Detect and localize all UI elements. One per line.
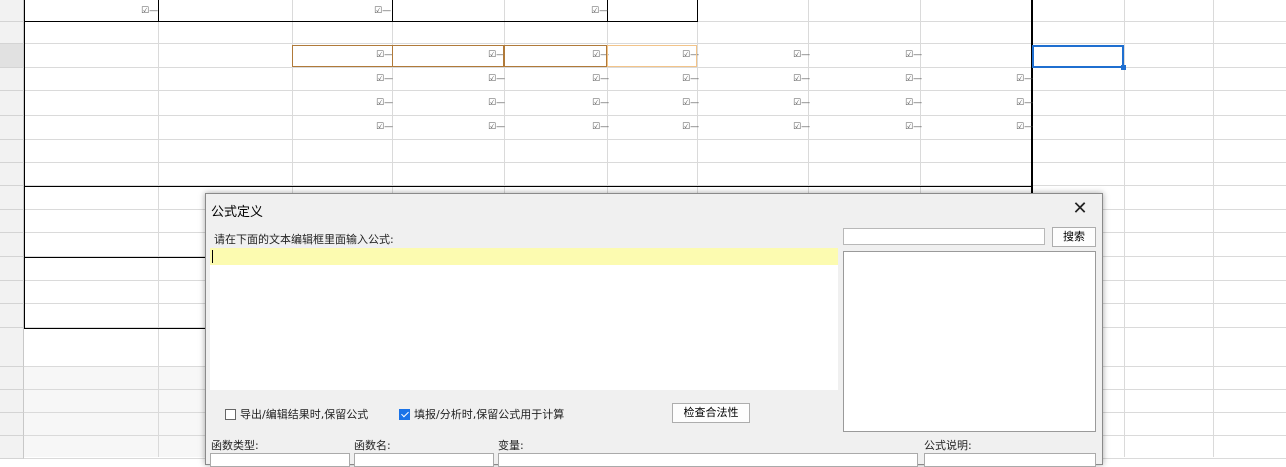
highlighted-cell[interactable] (504, 45, 607, 67)
row-header[interactable] (0, 257, 24, 281)
cell-checkbox-icon[interactable]: ☑— (592, 98, 609, 108)
row-header[interactable] (0, 91, 24, 116)
formula-description-box[interactable] (924, 453, 1096, 467)
row-gridline (24, 139, 1286, 140)
cell-checkbox-icon[interactable]: ☑— (488, 74, 505, 84)
cell-checkbox-icon[interactable]: ☑— (374, 6, 391, 16)
formula-editor[interactable] (210, 248, 838, 390)
cell-checkbox-icon[interactable]: ☑— (488, 122, 505, 132)
highlighted-cell[interactable] (392, 45, 504, 67)
cell-checkbox-icon[interactable]: ☑— (1016, 98, 1033, 108)
cell-checkbox-icon[interactable]: ☑— (141, 6, 158, 16)
check-validity-button[interactable]: 检查合法性 (672, 403, 750, 423)
table-border (697, 0, 698, 22)
variable-list[interactable] (498, 453, 918, 467)
table-border (392, 0, 393, 22)
row-header[interactable] (0, 281, 24, 304)
row-header[interactable] (0, 436, 24, 459)
row-header[interactable] (0, 163, 24, 186)
formula-current-line (210, 248, 838, 265)
cell-checkbox-icon[interactable]: ☑— (905, 50, 922, 60)
formula-description-label: 公式说明: (924, 439, 972, 452)
cell-checkbox-icon[interactable]: ☑— (905, 98, 922, 108)
row-header[interactable] (0, 390, 24, 413)
function-type-label: 函数类型: (211, 439, 259, 452)
row-header[interactable] (0, 116, 24, 140)
formula-definition-dialog: 公式定义 ✕ 请在下面的文本编辑框里面输入公式: 搜索 导出/编辑结果时,保留公… (205, 193, 1103, 467)
keep-formula-export-label: 导出/编辑结果时,保留公式 (240, 408, 369, 421)
cell-checkbox-icon[interactable]: ☑— (592, 74, 609, 84)
variable-label: 变量: (498, 439, 524, 452)
cell-checkbox-icon[interactable]: ☑— (905, 74, 922, 84)
cell-checkbox-icon[interactable]: ☑— (376, 122, 393, 132)
keep-formula-export-checkbox[interactable] (225, 408, 236, 420)
dialog-title: 公式定义 (211, 205, 264, 220)
row-header[interactable] (0, 140, 24, 163)
cell-checkbox-icon[interactable]: ☑— (793, 98, 810, 108)
cell-checkbox-icon[interactable]: ☑— (1016, 122, 1033, 132)
cell-checkbox-icon[interactable]: ☑— (376, 98, 393, 108)
row-gridline (24, 90, 1286, 91)
row-header[interactable] (0, 68, 24, 91)
cell-checkbox-icon[interactable]: ☑— (905, 122, 922, 132)
cell-checkbox-icon[interactable]: ☑— (793, 74, 810, 84)
column-gridline (1213, 0, 1214, 457)
table-border (24, 0, 25, 328)
row-header[interactable] (0, 186, 24, 210)
search-button[interactable]: 搜索 (1052, 227, 1096, 247)
keep-formula-fill-checkbox[interactable] (399, 408, 410, 420)
function-name-list[interactable] (354, 453, 494, 467)
highlighted-cell[interactable] (607, 45, 697, 67)
cell-checkbox-icon[interactable]: ☑— (1016, 74, 1033, 84)
table-border (158, 0, 159, 22)
highlighted-cell[interactable] (292, 45, 393, 67)
keep-formula-export-option[interactable]: 导出/编辑结果时,保留公式 (225, 406, 368, 422)
row-header[interactable] (0, 413, 24, 436)
close-icon[interactable]: ✕ (1068, 198, 1092, 220)
row-gridline (24, 162, 1286, 163)
active-cell-selection[interactable] (1032, 45, 1124, 68)
keep-formula-fill-label: 填报/分析时,保留公式用于计算 (414, 408, 565, 421)
row-header[interactable] (0, 0, 24, 22)
row-header[interactable] (0, 22, 24, 44)
search-result-list[interactable] (843, 251, 1096, 432)
text-caret (212, 250, 213, 263)
function-type-list[interactable] (210, 453, 350, 467)
row-gridline (24, 115, 1286, 116)
cell-checkbox-icon[interactable]: ☑— (793, 122, 810, 132)
keep-formula-fill-option[interactable]: 填报/分析时,保留公式用于计算 (399, 406, 564, 422)
cell-checkbox-icon[interactable]: ☑— (793, 50, 810, 60)
row-gridline (24, 43, 1286, 44)
row-header[interactable] (0, 304, 24, 328)
row-header[interactable] (0, 233, 24, 257)
row-header[interactable] (0, 210, 24, 233)
fill-handle[interactable] (1121, 65, 1126, 70)
cell-checkbox-icon[interactable]: ☑— (591, 6, 608, 16)
search-input[interactable] (843, 228, 1045, 245)
cell-checkbox-icon[interactable]: ☑— (682, 122, 699, 132)
formula-hint-label: 请在下面的文本编辑框里面输入公式: (214, 233, 394, 246)
row-header[interactable] (0, 44, 24, 68)
row-header[interactable] (0, 367, 24, 390)
cell-checkbox-icon[interactable]: ☑— (682, 74, 699, 84)
function-name-label: 函数名: (354, 439, 391, 452)
cell-checkbox-icon[interactable]: ☑— (682, 98, 699, 108)
cell-checkbox-icon[interactable]: ☑— (488, 98, 505, 108)
column-gridline (158, 0, 159, 457)
cell-checkbox-icon[interactable]: ☑— (592, 122, 609, 132)
table-border (24, 21, 698, 22)
table-border (24, 186, 1032, 187)
row-header[interactable] (0, 328, 24, 367)
cell-checkbox-icon[interactable]: ☑— (376, 74, 393, 84)
